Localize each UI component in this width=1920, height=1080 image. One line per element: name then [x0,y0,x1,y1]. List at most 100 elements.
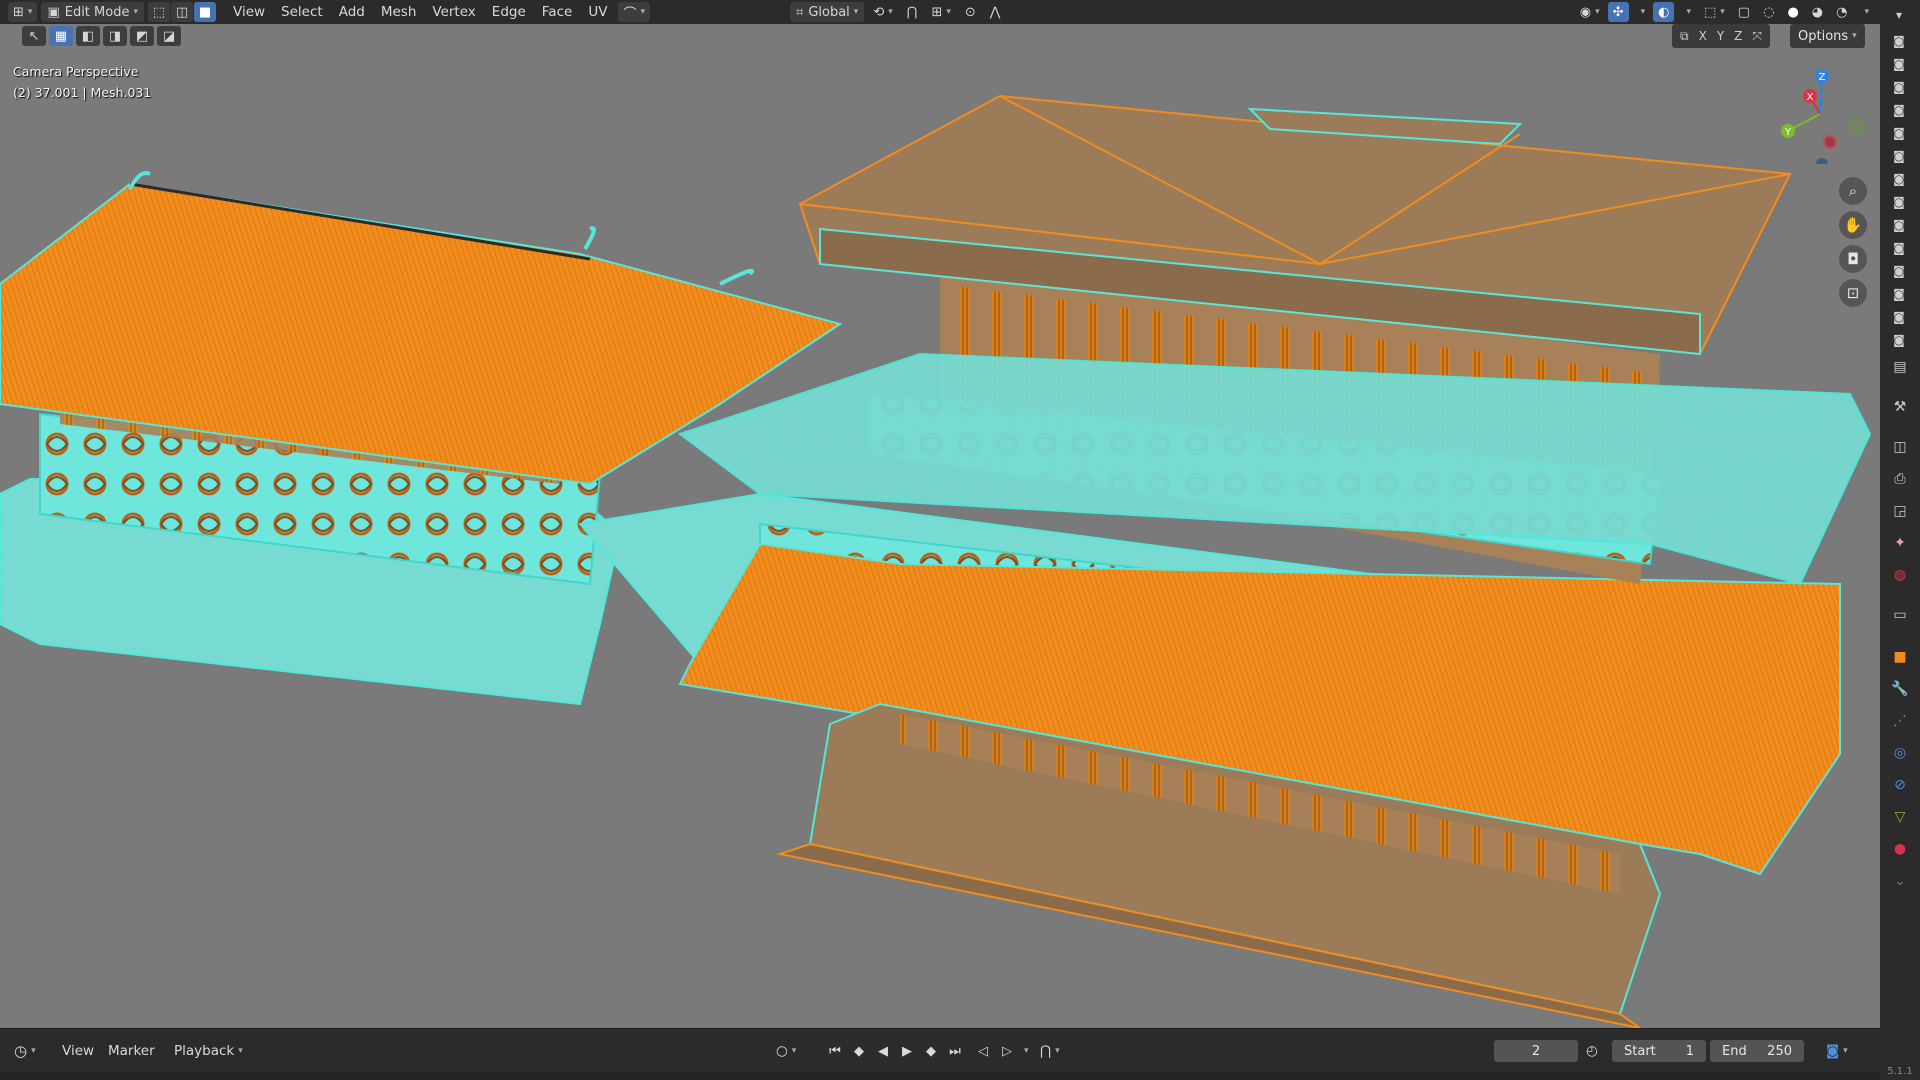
collection-camera-icon-1[interactable]: ◙ [1888,32,1910,50]
timeline-editor-type-button[interactable]: ◷ ▾ [14,1039,36,1063]
pivot-point-button[interactable]: ⟲ ▾ [868,2,897,22]
edge-select-button[interactable]: ◫ [171,2,193,22]
collection-camera-icon-14[interactable]: ◙ [1888,331,1910,349]
gizmo-neg-z[interactable] [1816,158,1828,164]
overlays-toggle-button[interactable]: ◐ [1653,2,1675,22]
expand-icon[interactable]: ⌄ [1888,869,1912,893]
select-intersect-button[interactable]: ◪ [157,26,181,46]
snap-target-button[interactable]: ⊞ ▾ [926,2,955,22]
data-properties-icon[interactable]: ▽ [1888,805,1912,829]
jump-prev-keyframe-button[interactable]: ◆ [848,1040,870,1062]
xray-toggle-button[interactable]: ▢ [1733,2,1755,22]
pan-button[interactable]: ✋ [1839,211,1867,239]
axis-y-toggle[interactable]: Y [1713,29,1728,43]
transform-orientation-dropdown[interactable]: ⌗ Global ▾ [789,2,865,22]
gizmo-dropdown[interactable]: ▾ [1632,2,1651,22]
falloff-button[interactable]: ⋀ [985,2,1006,22]
camera-view-button[interactable]: ◘ [1839,245,1867,273]
auto-keying-button[interactable]: ○ ▾ [776,1039,796,1063]
collection-camera-icon-6[interactable]: ◙ [1888,147,1910,165]
end-frame-field[interactable]: End 250 [1710,1040,1804,1062]
particles-properties-icon[interactable]: ⋰ [1888,709,1912,733]
gizmo-neg-y[interactable] [1849,119,1863,133]
shading-solid-button[interactable]: ● [1782,2,1803,22]
select-new-button[interactable]: ▦ [49,26,73,46]
scene-properties-icon[interactable]: ✦ [1888,531,1912,555]
uv-sync-button[interactable]: ⌒ ▾ [618,2,650,22]
collection-properties-icon[interactable]: ▭ [1888,603,1912,627]
menu-vertex[interactable]: Vertex [425,4,482,20]
start-frame-field[interactable]: Start 1 [1612,1040,1706,1062]
menu-mesh[interactable]: Mesh [374,4,424,20]
visibility-button[interactable]: ◉ ▾ [1575,2,1605,22]
shading-material-button[interactable]: ◕ [1807,2,1828,22]
keying-set-button[interactable]: ⋂ ▾ [1040,1039,1060,1063]
collection-camera-icon-3[interactable]: ◙ [1888,78,1910,96]
current-frame-field[interactable]: 2 [1494,1040,1578,1062]
gizmo-toggle-button[interactable]: ✣ [1607,2,1629,22]
object-properties-icon[interactable]: ■ [1888,645,1912,669]
menu-view[interactable]: View [226,4,272,20]
menu-add[interactable]: Add [332,4,372,20]
menu-select[interactable]: Select [274,4,330,20]
editor-type-button[interactable]: ⊞ ▾ [8,2,38,22]
navigation-gizmo[interactable]: Z X Y [1770,64,1870,164]
next-keyframe-button[interactable]: ▷ [996,1040,1018,1062]
axis-x-toggle[interactable]: X [1695,29,1711,43]
collection-camera-icon-8[interactable]: ◙ [1888,193,1910,211]
collection-camera-icon-13[interactable]: ◙ [1888,308,1910,326]
render-properties-icon[interactable]: ◫ [1888,435,1912,459]
menu-face[interactable]: Face [535,4,580,20]
collection-camera-icon-11[interactable]: ◙ [1888,262,1910,280]
select-invert-button[interactable]: ◩ [130,26,154,46]
tool-properties-icon[interactable]: ⚒ [1888,395,1912,419]
proportional-edit-button[interactable]: ⊙ [960,2,981,22]
prev-keyframe-button[interactable]: ◁ [972,1040,994,1062]
collection-camera-icon-4[interactable]: ◙ [1888,101,1910,119]
menu-uv[interactable]: UV [581,4,614,20]
play-button[interactable]: ▶ [896,1040,918,1062]
collection-camera-icon-5[interactable]: ◙ [1888,124,1910,142]
shading-dropdown[interactable]: ▾ [1855,2,1874,22]
timeline-view-button[interactable]: ◙ ▾ [1826,1039,1848,1063]
material-properties-icon[interactable]: ● [1888,837,1912,861]
view-layer-properties-icon[interactable]: ◲ [1888,499,1912,523]
gizmo-neg-x[interactable] [1823,135,1837,149]
preview-range-button[interactable]: ◴ [1586,1039,1598,1063]
select-extend-button[interactable]: ◧ [76,26,100,46]
snap-toggle-button[interactable]: ⋂ [902,2,923,22]
mesh-edit-overlay-button[interactable]: ⬚ ▾ [1699,2,1730,22]
jump-next-keyframe-button[interactable]: ◆ [920,1040,942,1062]
axis-z-toggle[interactable]: Z [1730,29,1746,43]
modifier-properties-icon[interactable]: 🔧 [1888,677,1912,701]
scene-canvas[interactable] [0,24,1880,1028]
vertex-select-button[interactable]: ⬚ [148,2,170,22]
mode-dropdown[interactable]: ▣ Edit Mode ▾ [41,2,144,22]
collection-camera-icon-10[interactable]: ◙ [1888,239,1910,257]
collection-camera-icon-2[interactable]: ◙ [1888,55,1910,73]
output-properties-icon[interactable]: ⎙ [1888,467,1912,491]
camera-lock-button[interactable]: ⊡ [1839,279,1867,307]
shading-rendered-button[interactable]: ◔ [1831,2,1852,22]
outliner-filter-icon[interactable]: ▾ [1888,6,1910,24]
menu-edge[interactable]: Edge [485,4,533,20]
play-reverse-button[interactable]: ◀ [872,1040,894,1062]
select-tool-button[interactable]: ↖ [22,26,46,46]
options-dropdown[interactable]: Options ▾ [1790,24,1865,48]
3d-viewport[interactable]: ↖ ▦ ◧ ◨ ◩ ◪ Camera Perspective (2) 37.00… [0,24,1880,1028]
properties-editor-icon[interactable]: ▤ [1888,355,1912,379]
constraints-properties-icon[interactable]: ⊘ [1888,773,1912,797]
collection-camera-icon-9[interactable]: ◙ [1888,216,1910,234]
jump-end-button[interactable]: ⏭ [944,1040,966,1062]
zoom-button[interactable]: ⌕ [1839,177,1867,205]
timeline-menu-view[interactable]: View [62,1039,94,1063]
shading-wireframe-button[interactable]: ◌ [1758,2,1779,22]
collection-camera-icon-12[interactable]: ◙ [1888,285,1910,303]
physics-properties-icon[interactable]: ◎ [1888,741,1912,765]
auto-merge-icon[interactable]: ⤧ [1748,29,1766,44]
timeline-menu-playback[interactable]: Playback ▾ [174,1039,243,1063]
collection-camera-icon-7[interactable]: ◙ [1888,170,1910,188]
timeline-menu-marker[interactable]: Marker [108,1039,155,1063]
select-subtract-button[interactable]: ◨ [103,26,127,46]
jump-start-button[interactable]: ⏮ [824,1040,846,1062]
